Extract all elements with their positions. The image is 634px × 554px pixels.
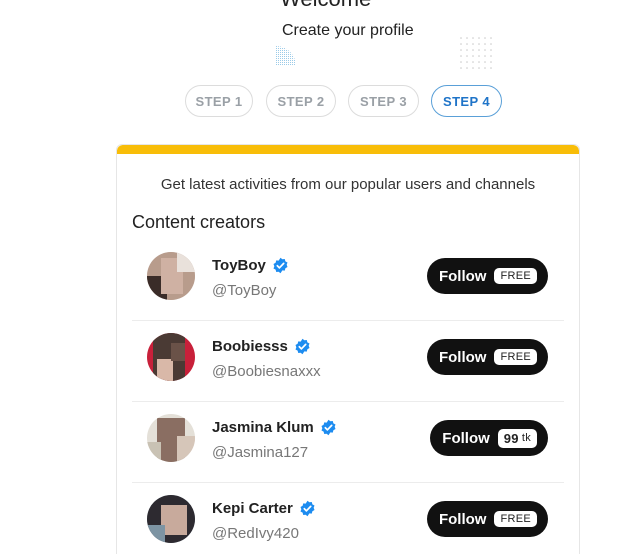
creator-name[interactable]: Jasmina Klum (212, 419, 337, 436)
creator-row: Kepi Carter @RedIvy420 Follow FREE (132, 484, 564, 554)
creator-name-text[interactable]: Kepi Carter (212, 500, 293, 517)
creator-handle: @Boobiesnaxxx (212, 363, 321, 380)
avatar[interactable] (147, 495, 195, 543)
creator-handle: @RedIvy420 (212, 525, 299, 542)
price-badge: FREE (494, 268, 537, 284)
creator-row: Jasmina Klum @Jasmina127 Follow 99 tk (132, 403, 564, 483)
price-badge: 99 tk (497, 428, 537, 448)
creator-name-text[interactable]: ToyBoy (212, 257, 266, 274)
creator-name[interactable]: Boobiesss (212, 338, 311, 355)
creator-name-text[interactable]: Boobiesss (212, 338, 288, 355)
creator-row: Boobiesss @Boobiesnaxxx Follow FREE (132, 322, 564, 402)
creator-handle: @ToyBoy (212, 282, 277, 299)
follow-button[interactable]: Follow 99 tk (430, 420, 548, 456)
follow-label: Follow (442, 429, 490, 447)
price-value: 99 (503, 430, 519, 446)
avatar[interactable] (147, 252, 195, 300)
card-accent-bar (117, 145, 579, 154)
content-creators-card: Get latest activities from our popular u… (116, 144, 580, 554)
card-intro-text: Get latest activities from our popular u… (160, 176, 536, 193)
follow-label: Follow (438, 348, 487, 366)
step-indicator: STEP 1 STEP 2 STEP 3 STEP 4 (0, 85, 634, 119)
creator-name[interactable]: ToyBoy (212, 257, 289, 274)
follow-button[interactable]: Follow FREE (426, 501, 548, 537)
creator-name[interactable]: Kepi Carter (212, 500, 316, 517)
creator-name-text[interactable]: Jasmina Klum (212, 419, 314, 436)
avatar[interactable] (147, 414, 195, 462)
verified-badge-icon (321, 419, 336, 436)
step-4-tab[interactable]: STEP 4 (431, 85, 502, 117)
price-badge: FREE (494, 349, 537, 365)
creator-handle: @Jasmina127 (212, 444, 309, 461)
creator-row: ToyBoy @ToyBoy Follow FREE (132, 241, 564, 321)
verified-badge-icon (273, 257, 288, 274)
step-3-tab[interactable]: STEP 3 (348, 85, 419, 117)
section-title: Content creators (132, 212, 266, 232)
step-2-tab[interactable]: STEP 2 (266, 85, 336, 117)
follow-button[interactable]: Follow FREE (426, 339, 548, 375)
follow-button[interactable]: Follow FREE (426, 258, 548, 294)
avatar[interactable] (147, 333, 195, 381)
follow-label: Follow (438, 267, 487, 285)
verified-badge-icon (295, 338, 310, 355)
price-unit: tk (521, 432, 531, 444)
page-subtitle: Create your profile (282, 22, 414, 39)
price-badge: FREE (494, 511, 537, 527)
verified-badge-icon (300, 500, 315, 517)
decorative-quarter-circle-icon (276, 46, 296, 66)
follow-label: Follow (438, 510, 487, 528)
step-1-tab[interactable]: STEP 1 (185, 85, 253, 117)
welcome-heading: Welcome (280, 0, 371, 12)
decorative-dot-grid-icon (460, 37, 492, 69)
profile-setup-page: Welcome Create your profile STEP 1 STEP … (0, 0, 634, 554)
